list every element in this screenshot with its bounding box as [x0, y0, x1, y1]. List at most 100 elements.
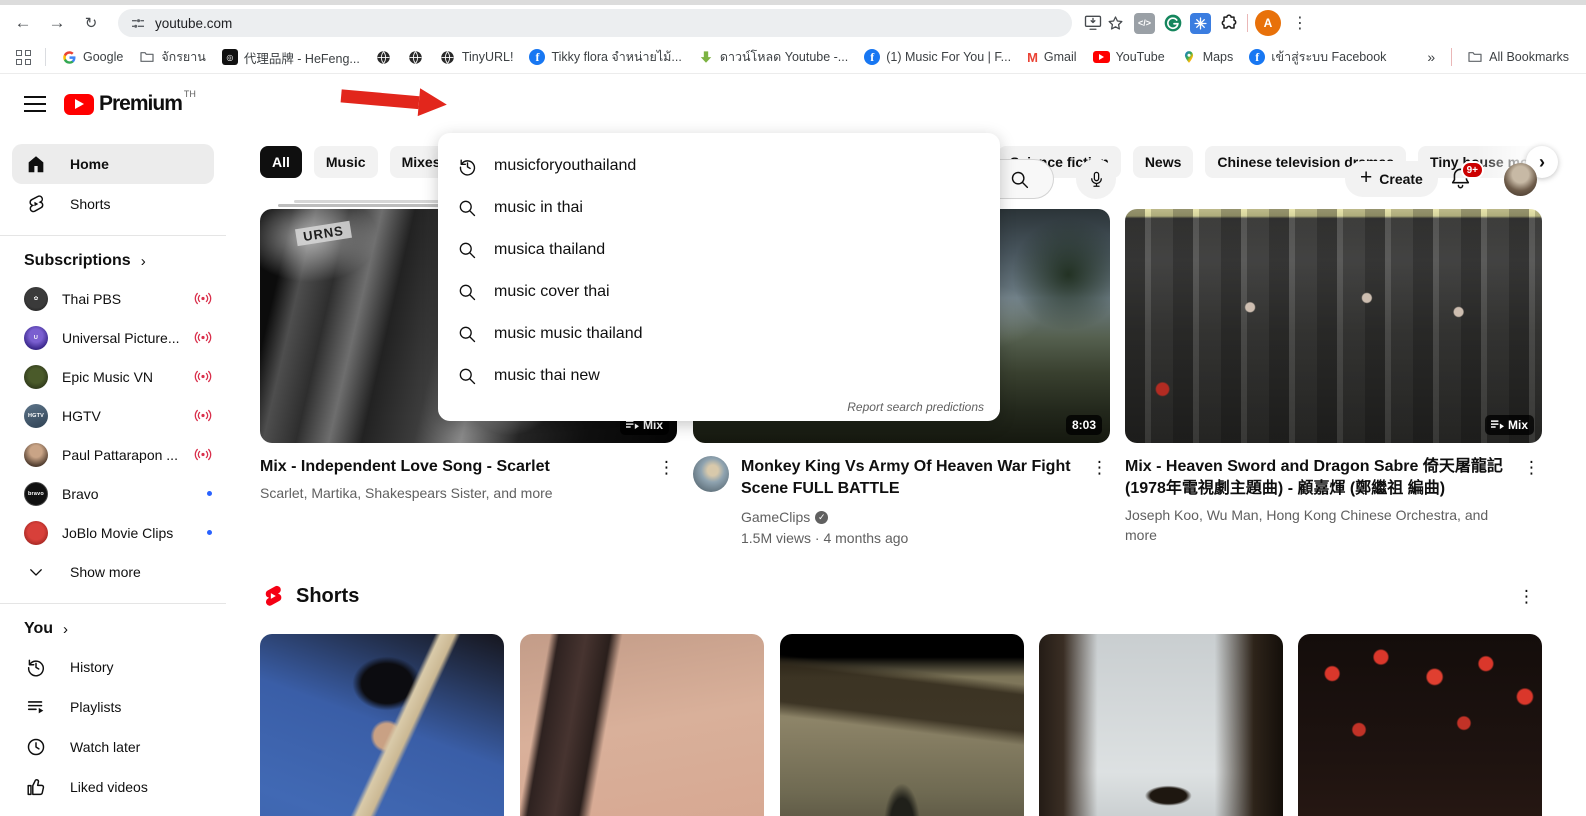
sidebar-channel-joblo[interactable]: JoBlo Movie Clips — [0, 513, 226, 552]
bookmark-download-youtube[interactable]: ดาวน์โหลด Youtube -... — [691, 44, 855, 70]
globe-icon — [440, 49, 456, 65]
grammarly-icon[interactable] — [1162, 13, 1183, 34]
voice-search-button[interactable] — [1076, 159, 1116, 199]
video-subtitle[interactable]: Scarlet, Martika, Shakespears Sister, an… — [260, 483, 553, 503]
chip-news[interactable]: News — [1133, 146, 1194, 178]
install-icon[interactable] — [1082, 15, 1104, 31]
guide-menu-icon[interactable] — [24, 94, 46, 114]
shorts-menu-icon[interactable]: ⋮ — [1518, 587, 1535, 607]
sidebar-item-liked-videos[interactable]: Liked videos — [12, 767, 214, 807]
suggestion-item[interactable]: musica thailand — [438, 229, 1000, 271]
bookmark-facebook-login[interactable]: f เข้าสู่ระบบ Facebook — [1242, 44, 1393, 70]
short-thumbnail[interactable] — [1039, 634, 1283, 816]
chevron-right-icon: › — [63, 621, 68, 638]
bookmark-globe-1[interactable] — [369, 46, 399, 68]
sidebar-channel-paul[interactable]: Paul Pattarapon ... — [0, 435, 226, 474]
playlists-icon — [24, 696, 48, 718]
url-bar[interactable]: youtube.com — [118, 9, 1072, 37]
all-bookmarks[interactable]: All Bookmarks — [1460, 46, 1576, 68]
sidebar-channel-bravo[interactable]: bravo Bravo — [0, 474, 226, 513]
bookmark-folder[interactable]: จักรยาน — [132, 44, 213, 70]
bookmark-tikky-flora[interactable]: f Tikky flora จำหน่ายไม้... — [522, 44, 688, 70]
apps-grid-icon[interactable] — [16, 50, 31, 65]
youtube-premium-logo[interactable]: Premium TH — [64, 91, 196, 116]
video-card[interactable]: Mix Mix - Heaven Sword and Dragon Sabre … — [1125, 209, 1542, 545]
reload-icon[interactable]: ↻ — [76, 8, 106, 38]
suggestion-item[interactable]: music thai new — [438, 355, 1000, 397]
sidebar-channel-thai-pbs[interactable]: ✿ Thai PBS — [0, 279, 226, 318]
filter-chips-left: All Music Mixes — [260, 146, 453, 178]
bookmark-gmail[interactable]: M Gmail — [1020, 47, 1084, 68]
short-thumbnail[interactable] — [1298, 634, 1542, 816]
sidebar-channel-universal[interactable]: U Universal Picture... — [0, 318, 226, 357]
history-icon — [456, 156, 478, 177]
sidebar-item-history[interactable]: History — [12, 647, 214, 687]
video-menu-icon[interactable]: ⋮ — [658, 458, 675, 478]
bookmark-google[interactable]: Google — [54, 46, 130, 68]
bookmarks-separator — [45, 48, 46, 66]
live-badge-icon — [194, 370, 212, 383]
show-more-button[interactable]: Show more — [12, 552, 214, 592]
chip-all[interactable]: All — [260, 146, 302, 178]
bookmark-tinyurl[interactable]: TinyURL! — [433, 46, 521, 68]
video-title[interactable]: Mix - Heaven Sword and Dragon Sabre 倚天屠龍… — [1125, 456, 1505, 500]
extensions-puzzle-icon[interactable] — [1218, 15, 1240, 31]
google-icon — [61, 49, 77, 65]
facebook-icon: f — [529, 49, 545, 65]
sidebar-item-home[interactable]: Home — [12, 144, 214, 184]
create-button[interactable]: + Create — [1345, 161, 1438, 197]
bookmark-hefeng[interactable]: ◎ 代理品牌 - HeFeng... — [215, 45, 367, 70]
site-info-icon[interactable] — [130, 15, 146, 31]
chip-music[interactable]: Music — [314, 146, 378, 178]
notification-count-badge: 9+ — [1461, 161, 1484, 179]
new-content-dot — [207, 530, 212, 535]
video-channel[interactable]: GameClips ✓ — [741, 507, 1071, 527]
subscriptions-header[interactable]: Subscriptions › — [0, 247, 226, 279]
suggestion-item[interactable]: musicforyouthailand — [438, 145, 1000, 187]
browser-menu-icon[interactable]: ⋮ — [1288, 13, 1312, 33]
sidebar-item-watch-later[interactable]: Watch later — [12, 727, 214, 767]
sidebar-channel-hgtv[interactable]: HGTV HGTV — [0, 396, 226, 435]
video-menu-icon[interactable]: ⋮ — [1523, 458, 1540, 478]
channel-avatar[interactable] — [693, 456, 729, 492]
sidebar-item-playlists[interactable]: Playlists — [12, 687, 214, 727]
account-avatar[interactable] — [1504, 163, 1537, 196]
back-icon[interactable]: ← — [8, 8, 38, 38]
sidebar-channel-epic-music[interactable]: Epic Music VN — [0, 357, 226, 396]
bookmark-star-icon[interactable] — [1104, 15, 1126, 31]
video-subtitle[interactable]: Joseph Koo, Wu Man, Hong Kong Chinese Or… — [1125, 505, 1505, 545]
short-thumbnail[interactable] — [260, 634, 504, 816]
notifications-button[interactable]: 9+ — [1448, 166, 1476, 194]
suggestion-item[interactable]: music music thailand — [438, 313, 1000, 355]
video-title[interactable]: Monkey King Vs Army Of Heaven War Fight … — [741, 456, 1071, 500]
new-content-dot — [207, 491, 212, 496]
home-icon — [24, 153, 48, 175]
report-predictions-link[interactable]: Report search predictions — [847, 400, 984, 414]
browser-toolbar: ← → ↻ youtube.com </> A — [0, 0, 1586, 41]
suggestion-item[interactable]: music cover thai — [438, 271, 1000, 313]
you-header[interactable]: You › — [0, 615, 226, 647]
search-suggestions-dropdown: musicforyouthailand music in thai musica… — [438, 133, 1000, 421]
chevron-right-icon: › — [141, 253, 146, 270]
video-title[interactable]: Mix - Independent Love Song - Scarlet — [260, 456, 553, 478]
live-badge-icon — [194, 292, 212, 305]
browser-profile-avatar[interactable]: A — [1255, 10, 1281, 36]
snowflake-extension-icon[interactable] — [1190, 13, 1211, 34]
short-thumbnail[interactable] — [780, 634, 1024, 816]
bookmark-maps[interactable]: Maps — [1174, 46, 1241, 68]
short-thumbnail[interactable] — [520, 634, 764, 816]
screen: ← → ↻ youtube.com </> A — [0, 0, 1586, 816]
suggestion-item[interactable]: music in thai — [438, 187, 1000, 229]
overflow-chevron-icon[interactable]: » — [1419, 49, 1443, 65]
youtube-header: Premium TH musicforyouthailand ✕ + Creat… — [0, 74, 1586, 135]
code-extension-icon[interactable]: </> — [1134, 13, 1155, 34]
forward-icon[interactable]: → — [42, 8, 72, 38]
bookmark-music-for-you[interactable]: f (1) Music For You | F... — [857, 46, 1018, 68]
sidebar-item-shorts[interactable]: Shorts — [12, 184, 214, 224]
sidebar-divider — [0, 235, 226, 236]
bookmark-globe-2[interactable] — [401, 46, 431, 68]
video-menu-icon[interactable]: ⋮ — [1091, 458, 1108, 478]
bookmark-youtube[interactable]: YouTube — [1086, 47, 1172, 67]
video-thumbnail[interactable]: Mix — [1125, 209, 1542, 443]
verified-icon: ✓ — [815, 511, 828, 524]
